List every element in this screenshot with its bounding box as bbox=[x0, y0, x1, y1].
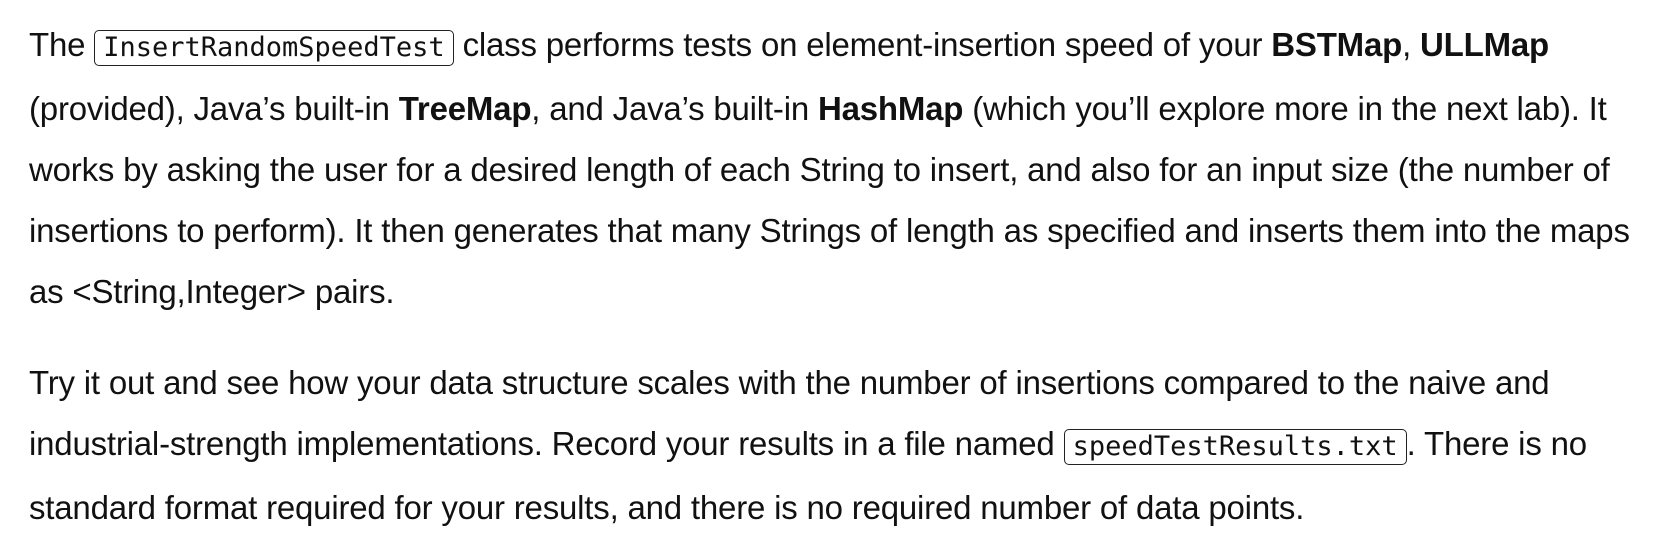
text-segment: , and Java’s built-in bbox=[531, 90, 818, 127]
inline-code-insertrandomspeedtest: InsertRandomSpeedTest bbox=[94, 30, 454, 66]
inline-code-speedtestresults: speedTestResults.txt bbox=[1063, 429, 1407, 465]
bold-bstmap: BSTMap bbox=[1271, 26, 1403, 63]
bold-treemap: TreeMap bbox=[398, 90, 532, 127]
text-segment: class performs tests on element-insertio… bbox=[453, 26, 1272, 63]
bold-hashmap: HashMap bbox=[817, 90, 964, 127]
text-segment: (provided), Java’s built-in bbox=[29, 90, 399, 127]
paragraph-record-results: Try it out and see how your data structu… bbox=[29, 352, 1659, 538]
document-body: The InsertRandomSpeedTest class performs… bbox=[29, 14, 1659, 538]
paragraph-insert-random-speed-test: The InsertRandomSpeedTest class performs… bbox=[29, 14, 1659, 322]
text-segment: The bbox=[29, 26, 95, 63]
bold-ullmap: ULLMap bbox=[1420, 26, 1549, 63]
text-segment: , bbox=[1402, 26, 1421, 63]
